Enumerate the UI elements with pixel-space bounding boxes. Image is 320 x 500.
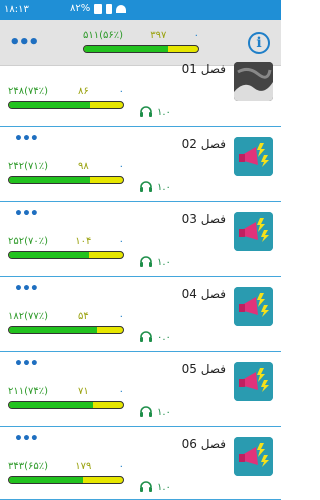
chapter-menu-icon[interactable]: ••• <box>14 131 39 147</box>
status-time: ۱۸:۱۳ <box>4 4 29 15</box>
chapter-stats: ۱۸۲(۷۷٪) ۵۴ ۰ <box>8 311 124 334</box>
chapter-thumbnail <box>234 362 273 401</box>
chapter-title: فصل 04 <box>181 287 226 301</box>
chapter-thumbnail <box>234 137 273 176</box>
chapter-audio[interactable]: ۱.۰ <box>139 403 171 422</box>
headphones-icon[interactable] <box>139 253 153 272</box>
chapter-zero: ۰ <box>118 161 124 172</box>
chapter-audio[interactable]: ۱.۰ <box>139 103 171 122</box>
wifi-icon <box>116 4 127 13</box>
chapter-row[interactable]: ••• فصل 02 ۲۴۲(۷۱٪) ۹۸ ۰ ۱.۰ <box>0 127 281 202</box>
chapter-stats: ۳۴۳(۶۵٪) ۱۷۹ ۰ <box>8 461 124 484</box>
chapter-progress-fill <box>9 327 97 333</box>
chapter-title: فصل 02 <box>181 137 226 151</box>
chapter-progress-fill <box>9 402 94 408</box>
battery-percent: ۸۲% <box>70 3 91 14</box>
overflow-menu-icon[interactable]: ••• <box>9 32 39 53</box>
chapter-progress-fill <box>9 177 90 183</box>
toolbar: ••• ۵۱۱(۵۶٪) ۳۹۷ ۰ i <box>0 20 281 66</box>
overall-total: ۵۱۱(۵۶٪) <box>83 30 124 41</box>
chapter-total: ۲۴۸(۷۴٪) <box>8 86 49 97</box>
chapter-progress-fill <box>9 102 90 108</box>
chapter-progress-bar <box>8 101 124 109</box>
chapter-progress-bar <box>8 176 124 184</box>
headphones-icon[interactable] <box>139 178 153 197</box>
chapter-done: ۷۱ <box>77 386 89 397</box>
chapter-progress-fill <box>9 252 89 258</box>
chapter-row[interactable]: ••• فصل 04 ۱۸۲(۷۷٪) ۵۴ ۰ ۰.۰ <box>0 277 281 352</box>
chapter-title: فصل 01 <box>181 62 226 76</box>
overall-summary: ۵۱۱(۵۶٪) ۳۹۷ ۰ <box>83 30 199 53</box>
overall-progress-bar <box>83 45 199 53</box>
chapter-done: ۹۸ <box>77 161 89 172</box>
playback-speed: ۱.۰ <box>157 407 171 418</box>
chapter-done: ۸۶ <box>77 86 89 97</box>
chapter-row[interactable]: ••• فصل 05 ۲۱۱(۷۴٪) ۷۱ ۰ ۱.۰ <box>0 352 281 427</box>
chapter-progress-bar <box>8 326 124 334</box>
chapter-title: فصل 05 <box>181 362 226 376</box>
chapter-stats: ۲۱۱(۷۴٪) ۷۱ ۰ <box>8 386 124 409</box>
chapter-menu-icon[interactable]: ••• <box>14 206 39 222</box>
chapter-title: فصل 06 <box>181 437 226 451</box>
chapter-progress-bar <box>8 476 124 484</box>
chapter-total: ۱۸۲(۷۷٪) <box>8 311 49 322</box>
chapter-menu-icon[interactable]: ••• <box>14 356 39 372</box>
chapter-progress-bar <box>8 251 124 259</box>
chapter-title: فصل 03 <box>181 212 226 226</box>
chapter-audio[interactable]: ۱.۰ <box>139 253 171 272</box>
chapter-done: ۱۷۹ <box>75 461 92 472</box>
headphones-icon[interactable] <box>139 328 153 347</box>
playback-speed: ۱.۰ <box>157 107 171 118</box>
playback-speed: ۱.۰ <box>157 257 171 268</box>
chapter-stats: ۲۵۲(۷۰٪) ۱۰۴ ۰ <box>8 236 124 259</box>
chapter-done: ۱۰۴ <box>75 236 92 247</box>
chapter-zero: ۰ <box>118 386 124 397</box>
chapter-audio[interactable]: ۱.۰ <box>139 478 171 497</box>
signal-icon <box>106 3 113 14</box>
chapter-total: ۲۵۲(۷۰٪) <box>8 236 49 247</box>
chapter-row[interactable]: ••• فصل 06 ۳۴۳(۶۵٪) ۱۷۹ ۰ ۱.۰ <box>0 427 281 500</box>
chapter-thumbnail <box>234 437 273 476</box>
chapter-zero: ۰ <box>118 236 124 247</box>
battery-icon <box>94 3 103 14</box>
chapter-thumbnail <box>234 62 273 101</box>
chapter-total: ۲۱۱(۷۴٪) <box>8 386 49 397</box>
chapter-zero: ۰ <box>118 461 124 472</box>
playback-speed: ۱.۰ <box>157 482 171 493</box>
chapter-row[interactable]: ••• فصل 03 ۲۵۲(۷۰٪) ۱۰۴ ۰ ۱.۰ <box>0 202 281 277</box>
chapter-total: ۲۴۲(۷۱٪) <box>8 161 49 172</box>
chapter-progress-bar <box>8 401 124 409</box>
chapter-thumbnail <box>234 212 273 251</box>
overall-done: ۳۹۷ <box>150 30 167 41</box>
chapter-thumbnail <box>234 287 273 326</box>
overall-progress-fill <box>84 46 169 52</box>
chapter-total: ۳۴۳(۶۵٪) <box>8 461 49 472</box>
chapter-stats: ۲۴۸(۷۴٪) ۸۶ ۰ <box>8 86 124 109</box>
chapter-zero: ۰ <box>118 311 124 322</box>
chapter-zero: ۰ <box>118 86 124 97</box>
info-icon[interactable]: i <box>248 32 270 54</box>
headphones-icon[interactable] <box>139 478 153 497</box>
chapter-menu-icon[interactable]: ••• <box>14 281 39 297</box>
status-icons: ۸۲% <box>70 3 127 14</box>
headphones-icon[interactable] <box>139 103 153 122</box>
chapter-done: ۵۴ <box>77 311 89 322</box>
overall-zero: ۰ <box>193 30 199 41</box>
playback-speed: ۱.۰ <box>157 182 171 193</box>
chapter-audio[interactable]: ۱.۰ <box>139 178 171 197</box>
headphones-icon[interactable] <box>139 403 153 422</box>
chapter-progress-fill <box>9 477 84 483</box>
chapter-audio[interactable]: ۰.۰ <box>139 328 171 347</box>
chapter-menu-icon[interactable]: ••• <box>14 431 39 447</box>
chapter-row[interactable]: فصل 01 ۲۴۸(۷۴٪) ۸۶ ۰ ۱.۰ <box>0 62 281 127</box>
playback-speed: ۰.۰ <box>157 332 171 343</box>
status-bar: ۱۸:۱۳ ۸۲% <box>0 0 281 20</box>
chapter-stats: ۲۴۲(۷۱٪) ۹۸ ۰ <box>8 161 124 184</box>
